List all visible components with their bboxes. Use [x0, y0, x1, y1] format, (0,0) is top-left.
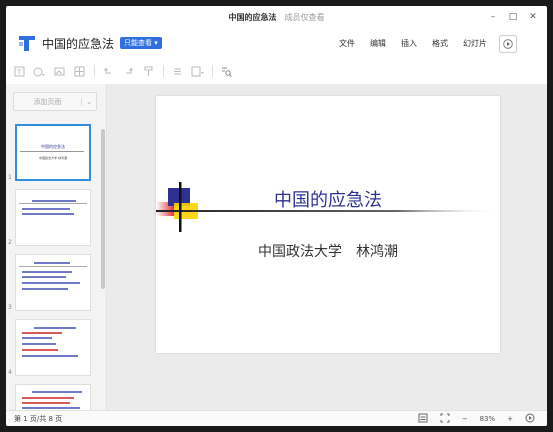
slide-number: 4	[8, 369, 12, 376]
thumb-text-line	[22, 343, 56, 345]
toolbar-divider	[94, 65, 95, 77]
window-controls: – □ ✕	[481, 6, 541, 28]
table-icon[interactable]	[72, 64, 86, 78]
slide: 中国的应急法 中国政法大学 林鸿潮	[156, 96, 500, 353]
app-header: 中国的应急法 只能查看 ▾ 文件 编辑 插入 格式 幻灯片	[6, 28, 547, 58]
add-page-dropdown[interactable]: ⌄	[81, 97, 96, 106]
slide-thumbnail-2[interactable]	[15, 189, 91, 246]
slide-thumbnail-panel: 添加页面 ⌄ 中国的应急法 中国政法大学 林鸿潮 1 2 3 4	[6, 84, 107, 410]
zoom-in-button[interactable]: +	[507, 415, 513, 423]
thumb-rule	[19, 203, 87, 204]
slide-thumbnail-1[interactable]: 中国的应急法 中国政法大学 林鸿潮	[15, 124, 91, 181]
menu-format[interactable]: 格式	[432, 38, 448, 49]
thumb-text-line	[22, 276, 66, 278]
menu-slideshow[interactable]: 幻灯片	[463, 38, 487, 49]
undo-icon[interactable]	[101, 64, 115, 78]
find-icon[interactable]	[219, 64, 233, 78]
slide-number: 3	[8, 304, 12, 311]
list-icon[interactable]	[170, 64, 184, 78]
redo-icon[interactable]	[121, 64, 135, 78]
slide-subtitle[interactable]: 中国政法大学 林鸿潮	[156, 241, 500, 261]
image-icon[interactable]	[52, 64, 66, 78]
thumb-rule	[20, 151, 84, 152]
main-menu: 文件 编辑 插入 格式 幻灯片	[324, 28, 487, 58]
thumb-text-line	[32, 391, 82, 393]
add-page-label: 添加页面	[33, 97, 62, 106]
status-controls: − 83% +	[418, 411, 547, 426]
fit-screen-icon[interactable]	[440, 413, 450, 425]
minimize-button[interactable]: –	[485, 12, 501, 22]
window-subtitle: 成员仅查看	[284, 12, 325, 22]
slide-title[interactable]: 中国的应急法	[156, 186, 500, 212]
thumb-text-line	[34, 262, 70, 264]
menu-edit[interactable]: 编辑	[370, 38, 386, 49]
add-page-button[interactable]: 添加页面 ⌄	[13, 92, 97, 111]
menu-file[interactable]: 文件	[339, 38, 355, 49]
doc-title: 中国的应急法	[42, 36, 115, 51]
thumb-text-line	[22, 288, 68, 290]
thumb-subtitle: 中国政法大学 林鸿潮	[39, 156, 67, 160]
slide-number: 2	[8, 239, 12, 246]
maximize-button[interactable]: □	[505, 12, 521, 22]
thumb-title: 中国的应急法	[41, 144, 65, 149]
thumb-text-line	[22, 402, 70, 404]
thumb-rule	[19, 266, 87, 267]
notes-icon[interactable]	[418, 413, 428, 425]
thumb-text-line	[22, 271, 72, 273]
svg-text:T: T	[16, 68, 22, 76]
slide-thumbnail-4[interactable]	[15, 319, 91, 376]
format-painter-icon[interactable]	[141, 64, 155, 78]
thumb-text-line	[22, 407, 80, 409]
thumb-text-line	[22, 337, 52, 339]
toolbar: T	[6, 58, 547, 85]
layout-icon[interactable]	[190, 64, 204, 78]
page-indicator: 第 1 页/共 8 页	[14, 415, 63, 423]
zoom-out-button[interactable]: −	[462, 415, 468, 423]
close-button[interactable]: ✕	[525, 12, 541, 22]
thumb-text-line	[22, 355, 78, 357]
thumb-text-line	[22, 349, 58, 351]
view-only-badge[interactable]: 只能查看 ▾	[120, 37, 162, 49]
thumb-text-line	[22, 213, 74, 215]
thumb-text-line	[34, 327, 76, 329]
status-bar: 第 1 页/共 8 页 − 83% +	[6, 410, 547, 426]
slide-canvas: 中国的应急法 中国政法大学 林鸿潮	[107, 84, 547, 410]
slide-number: 1	[8, 174, 12, 181]
slideshow-icon[interactable]	[525, 413, 535, 425]
app-window: 中国的应急法 成员仅查看 – □ ✕ 中国的应急法 只能查看 ▾ 文件 编辑 插…	[6, 6, 547, 426]
slide-thumbnail-3[interactable]	[15, 254, 91, 311]
window-title: 中国的应急法	[228, 12, 277, 22]
thumb-text-line	[22, 397, 74, 399]
toolbar-divider	[163, 65, 164, 77]
menu-insert[interactable]: 插入	[401, 38, 417, 49]
thumb-text-line	[22, 282, 80, 284]
thumb-text-line	[22, 332, 62, 334]
play-icon	[503, 39, 513, 49]
thumb-text-line	[22, 208, 70, 210]
textbox-icon[interactable]: T	[12, 64, 26, 78]
title-bar: 中国的应急法 成员仅查看 – □ ✕	[6, 6, 547, 28]
thumb-text-line	[32, 200, 76, 202]
shape-icon[interactable]	[32, 64, 46, 78]
toolbar-divider	[212, 65, 213, 77]
thumbnail-scrollbar[interactable]	[101, 129, 105, 289]
zoom-level: 83%	[479, 415, 496, 423]
app-logo-icon	[19, 36, 35, 51]
play-button[interactable]	[499, 35, 517, 53]
slide-thumbnail-5[interactable]	[15, 384, 91, 410]
